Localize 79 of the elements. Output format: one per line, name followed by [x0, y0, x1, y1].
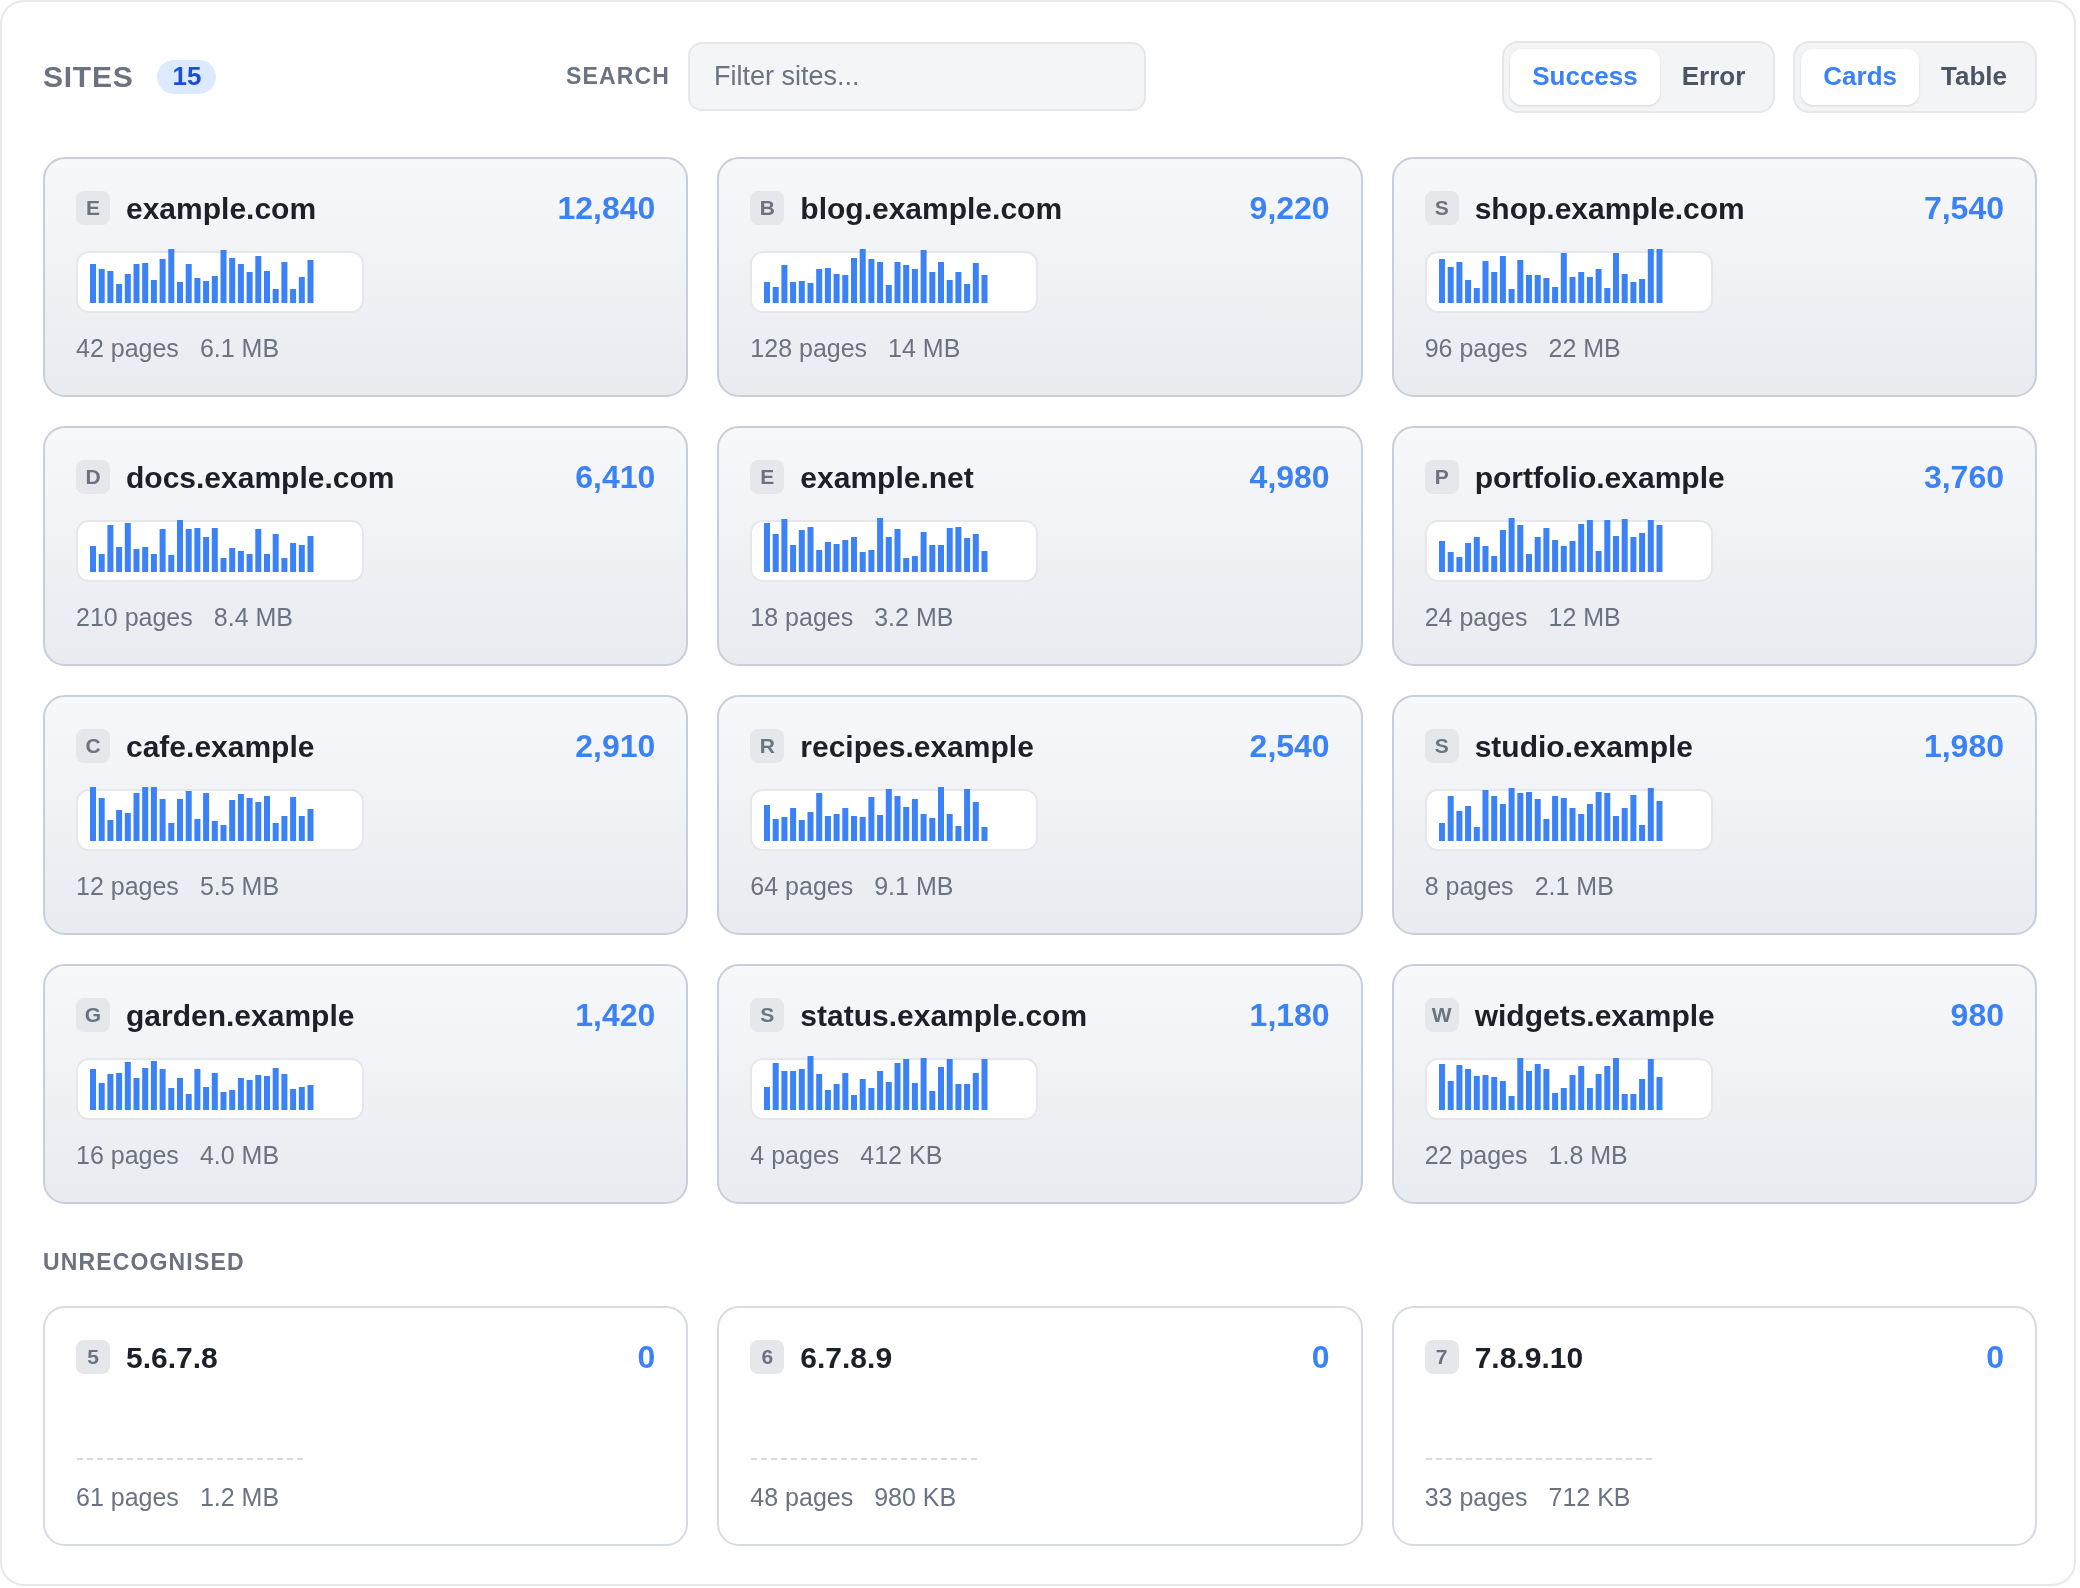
site-size: 9.1 MB [874, 871, 954, 903]
site-name: 6.7.8.9 [800, 1339, 893, 1376]
site-size: 2.1 MB [1534, 871, 1614, 903]
page-count: 210 pages [76, 602, 193, 634]
page-count: 24 pages [1424, 602, 1528, 634]
site-count: 9,220 [1249, 189, 1330, 228]
section-title: SITES [43, 59, 134, 95]
site-size: 6.1 MB [199, 333, 280, 365]
site-initial: S [1424, 191, 1459, 225]
page-count: 48 pages [750, 1482, 854, 1514]
site-count: 2,540 [1249, 727, 1330, 766]
site-initial: E [750, 460, 785, 494]
site-total: 15 [157, 59, 217, 94]
site-size: 3.2 MB [874, 602, 954, 634]
site-size: 712 KB [1548, 1482, 1631, 1514]
page-count: 33 pages [1424, 1482, 1528, 1514]
site-name: blog.example.com [800, 190, 1063, 227]
site-count: 0 [637, 1338, 656, 1377]
page-count: 96 pages [1424, 333, 1528, 365]
site-count: 4,980 [1249, 458, 1330, 497]
site-initial: P [1424, 460, 1459, 494]
site-name: portfolio.example [1474, 459, 1725, 496]
search-label: SEARCH [566, 62, 671, 92]
section-title: UNRECOGNISED [43, 1247, 245, 1277]
site-name: cafe.example [126, 728, 315, 765]
site-initial: 7 [1424, 1340, 1459, 1374]
site-name: widgets.example [1474, 997, 1715, 1034]
site-name: 7.8.9.10 [1474, 1339, 1584, 1376]
site-size: 22 MB [1548, 333, 1621, 365]
site-initial: D [76, 460, 110, 494]
site-size: 14 MB [888, 333, 961, 365]
site-count: 1,180 [1249, 996, 1330, 1035]
site-name: garden.example [126, 997, 355, 1034]
site-count: 2,910 [575, 727, 656, 766]
page-count: 8 pages [1424, 871, 1514, 903]
site-count: 6,410 [575, 458, 656, 497]
site-name: docs.example.com [126, 459, 395, 496]
site-initial: R [750, 729, 785, 763]
site-initial: 6 [750, 1340, 785, 1374]
site-name: status.example.com [800, 997, 1088, 1034]
site-size: 412 KB [860, 1140, 943, 1172]
site-count: 980 [1950, 996, 2004, 1035]
site-count: 3,760 [1923, 458, 2004, 497]
page-count: 42 pages [76, 333, 179, 365]
site-size: 980 KB [874, 1482, 957, 1514]
page-count: 22 pages [1424, 1140, 1528, 1172]
site-initial: 5 [76, 1340, 110, 1374]
site-count: 12,840 [557, 189, 656, 228]
page-count: 128 pages [750, 333, 868, 365]
site-count: 0 [1311, 1338, 1330, 1377]
site-size: 8.4 MB [213, 602, 293, 634]
site-size: 12 MB [1548, 602, 1621, 634]
site-count: 1,980 [1923, 727, 2004, 766]
site-initial: B [750, 191, 785, 225]
site-name: example.net [800, 459, 974, 496]
site-size: 5.5 MB [199, 871, 280, 903]
site-size: 4.0 MB [199, 1140, 280, 1172]
site-name: studio.example [1474, 728, 1694, 765]
site-name: shop.example.com [1474, 190, 1745, 227]
site-name: example.com [126, 190, 317, 227]
site-count: 7,540 [1923, 189, 2004, 228]
site-initial: S [1424, 729, 1459, 763]
page-count: 64 pages [750, 871, 854, 903]
site-count: 1,420 [575, 996, 656, 1035]
site-size: 1.8 MB [1548, 1140, 1628, 1172]
site-initial: G [76, 998, 110, 1032]
site-initial: C [76, 729, 110, 763]
site-initial: S [750, 998, 785, 1032]
page-count: 61 pages [76, 1482, 179, 1514]
site-name: recipes.example [800, 728, 1034, 765]
page-count: 12 pages [76, 871, 179, 903]
site-size: 1.2 MB [199, 1482, 280, 1514]
page-count: 18 pages [750, 602, 854, 634]
site-count: 0 [1986, 1338, 2004, 1377]
page-count: 4 pages [750, 1140, 840, 1172]
page-count: 16 pages [76, 1140, 179, 1172]
site-name: 5.6.7.8 [126, 1339, 218, 1376]
site-initial: E [76, 191, 110, 225]
site-initial: W [1424, 998, 1459, 1032]
